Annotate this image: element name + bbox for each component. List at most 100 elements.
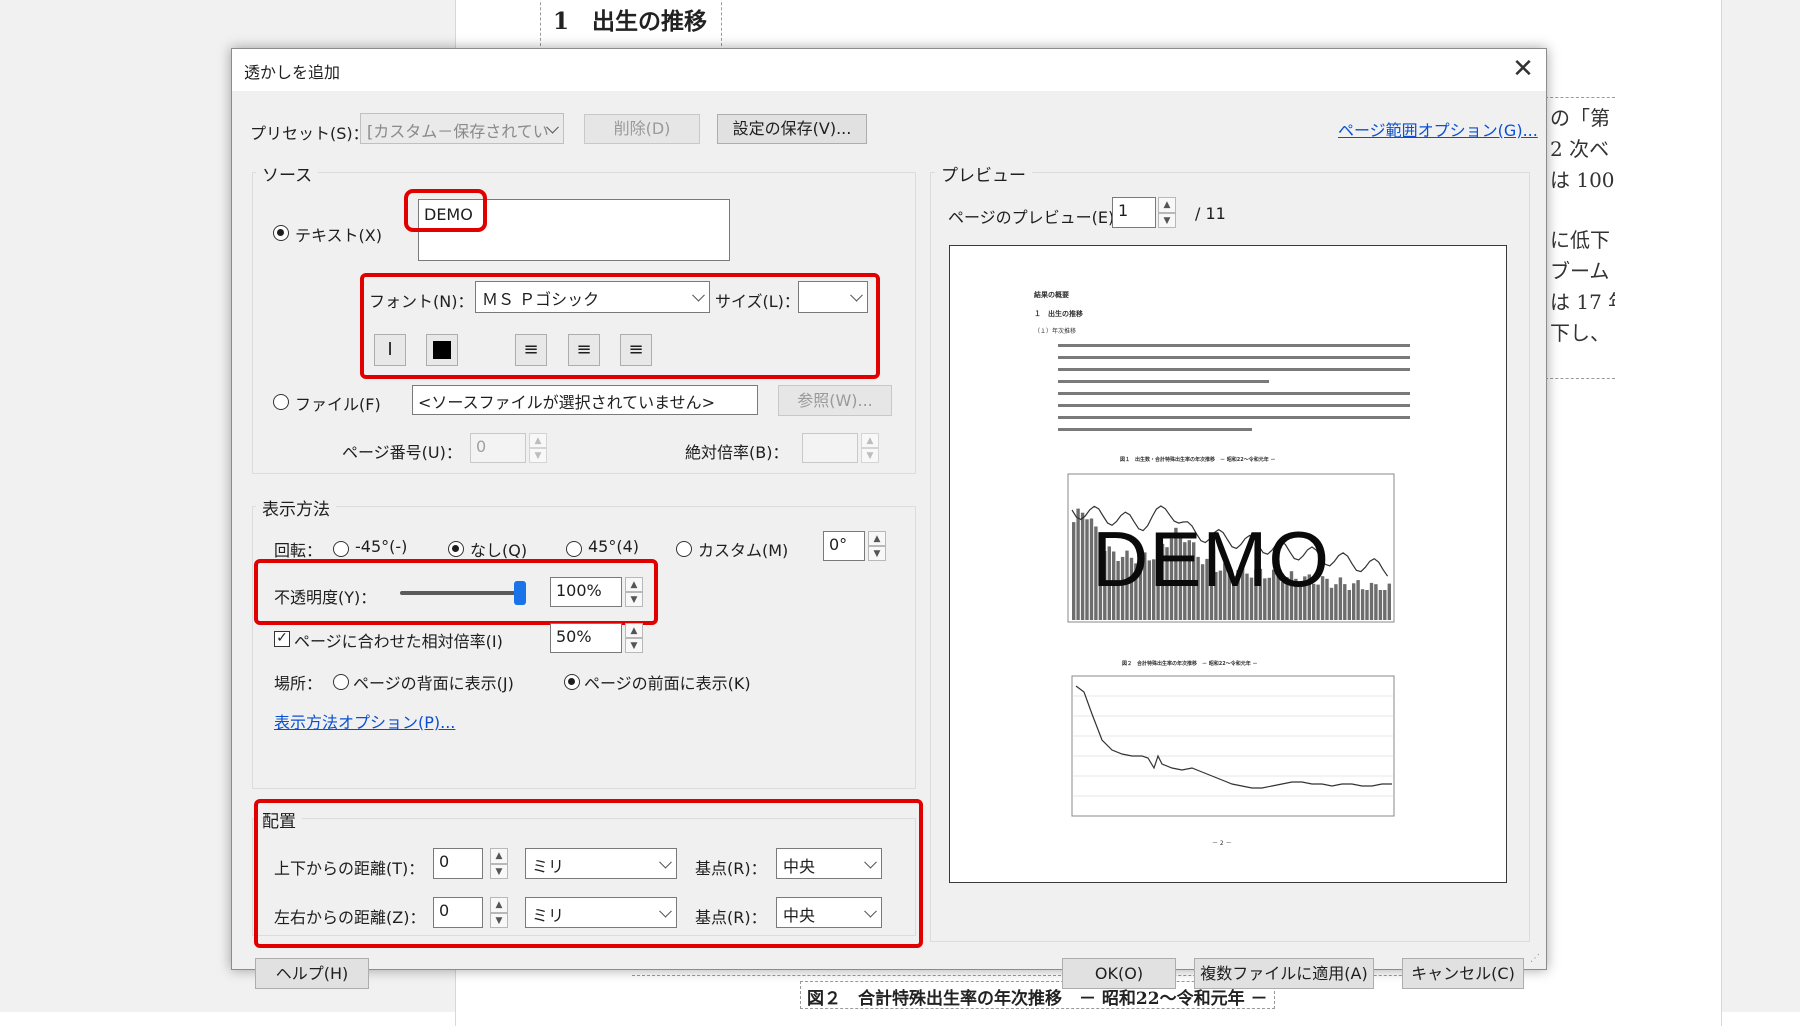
horizontal-unit-select[interactable]: ミリ [525,897,677,928]
absolute-scale-input[interactable] [802,433,858,463]
preview-watermark: DEMO [1092,515,1330,603]
location-front-label: ページの前面に表示(K) [584,674,751,693]
location-front-radio[interactable] [564,674,580,690]
side-line: ブーム [1550,259,1610,283]
vertical-unit-select[interactable]: ミリ [525,848,677,879]
relative-scale-label: ページに合わせた相対倍率(I) [294,632,503,651]
apply-multiple-files-button[interactable]: 複数ファイルに適用(A) [1194,958,1374,989]
spin-down-icon: ▼ [490,863,508,879]
save-settings-button[interactable]: 設定の保存(V)... [717,114,867,144]
page-number-input[interactable]: 0 [470,433,526,463]
preview-page-input[interactable]: 1 [1112,197,1156,228]
browse-button[interactable]: 参照(W)... [778,385,892,416]
text-color-button[interactable] [426,334,458,366]
rotation-radio-45[interactable] [566,541,582,557]
preview-bar [1387,583,1391,620]
spin-down-icon: ▼ [861,448,879,463]
preview-page-total: / 11 [1195,204,1226,223]
horizontal-distance-label: 左右からの距離(Z)： [274,908,426,927]
color-swatch-icon [433,341,451,359]
watermark-text-input[interactable]: DEMO [418,199,730,261]
text-radio[interactable] [273,225,289,241]
opacity-slider-track[interactable] [400,591,520,595]
cancel-button[interactable]: キャンセル(C) [1402,958,1524,989]
horizontal-unit-value: ミリ [532,906,565,925]
page-number-label: ページ番号(U)： [342,443,462,462]
preview-section-title: 結果の概要 [1034,291,1069,299]
text-line [1058,428,1252,431]
document-heading: 1 出生の推移 [540,0,723,46]
resize-grip-icon[interactable]: ⋰ [1530,953,1540,964]
relative-scale-spinner[interactable]: ▲ ▼ [625,623,643,653]
font-select[interactable]: ＭＳ Ｐゴシック [475,281,710,313]
source-file-input[interactable]: <ソースファイルが選択されていません> [412,385,758,415]
relative-scale-checkbox[interactable]: ✓ [274,631,290,647]
opacity-slider-thumb[interactable] [514,581,526,605]
chevron-down-icon [692,288,705,302]
font-label: フォント(N)： [369,292,474,311]
rotation-radio-custom[interactable] [676,541,692,557]
custom-angle-input[interactable]: 0° [823,531,865,561]
side-line [1550,195,1615,224]
spin-down-icon: ▼ [625,638,643,653]
horizontal-distance-spinner[interactable]: ▲ ▼ [490,897,508,928]
custom-angle-spinner[interactable]: ▲ ▼ [868,531,886,561]
size-label: サイズ(L)： [715,292,800,311]
preview-heading: １ 出生の推移 [1034,310,1083,318]
rotation-option-label: 45°(4) [588,537,640,556]
horizontal-distance-input[interactable]: 0 [433,897,483,928]
dialog-titlebar: 透かしを追加 ✕ [232,49,1546,91]
absolute-scale-label: 絶対倍率(B)： [685,443,789,462]
align-center-button[interactable]: ≡ [568,334,600,366]
align-left-icon: ≡ [523,339,539,360]
text-line [1058,356,1410,359]
spin-down-icon: ▼ [490,912,508,928]
relative-scale-input[interactable]: 50% [550,623,622,653]
rotation-radio-none[interactable] [448,541,464,557]
page-range-options-link[interactable]: ページ範囲オプション(G)... [1338,117,1538,141]
horizontal-anchor-value: 中央 [783,906,816,925]
preview-body-text [1058,344,1410,431]
text-format-button[interactable]: I [374,334,406,366]
spin-down-icon: ▼ [529,448,547,463]
side-line: の「第 [1550,106,1610,130]
chevron-down-icon [864,904,877,918]
appearance-options-link[interactable]: 表示方法オプション(P)... [274,709,455,733]
vertical-anchor-select[interactable]: 中央 [776,848,882,879]
vertical-distance-spinner[interactable]: ▲ ▼ [490,848,508,879]
preview-page-spinner[interactable]: ▲ ▼ [1158,197,1176,228]
preview-bar [1347,590,1351,620]
chevron-down-icon [659,904,672,918]
vertical-distance-input[interactable]: 0 [433,848,483,879]
file-radio-label: ファイル(F) [295,395,381,414]
checkmark-icon: ✓ [276,630,288,646]
opacity-input[interactable]: 100% [550,577,622,607]
location-back-radio[interactable] [333,674,349,690]
side-line: 2 次ベ [1550,137,1610,161]
delete-preset-button[interactable]: 削除(D) [584,114,700,144]
spin-up-icon: ▲ [490,897,508,913]
horizontal-anchor-select[interactable]: 中央 [776,897,882,928]
add-watermark-dialog: 透かしを追加 ✕ プリセット(S)： [カスタム－保存されてい 削除(D) 設定… [231,48,1547,989]
preview-bar [1343,584,1347,620]
font-value: ＭＳ Ｐゴシック [482,290,600,309]
preset-select[interactable]: [カスタム－保存されてい [360,113,564,144]
size-select[interactable] [798,281,868,313]
preset-value: [カスタム－保存されてい [367,122,549,141]
document-side-text: の「第 2 次ベ は 100 に低下 ブーム は 17 年 下し、 [1545,97,1615,379]
align-right-button[interactable]: ≡ [620,334,652,366]
text-line [1058,344,1410,347]
align-left-button[interactable]: ≡ [515,334,547,366]
file-radio[interactable] [273,394,289,410]
close-icon[interactable]: ✕ [1506,51,1540,87]
help-button[interactable]: ヘルプ(H) [255,958,369,989]
horizontal-anchor-label: 基点(R)： [695,908,767,927]
preview-bar [1076,508,1080,620]
ok-button[interactable]: OK(O) [1062,958,1176,989]
absolute-scale-spinner[interactable]: ▲ ▼ [861,433,879,463]
opacity-spinner[interactable]: ▲ ▼ [625,577,643,607]
align-right-icon: ≡ [628,339,644,360]
preview-bar [1080,512,1085,620]
page-number-spinner[interactable]: ▲ ▼ [529,433,547,463]
rotation-radio-minus45[interactable] [333,541,349,557]
